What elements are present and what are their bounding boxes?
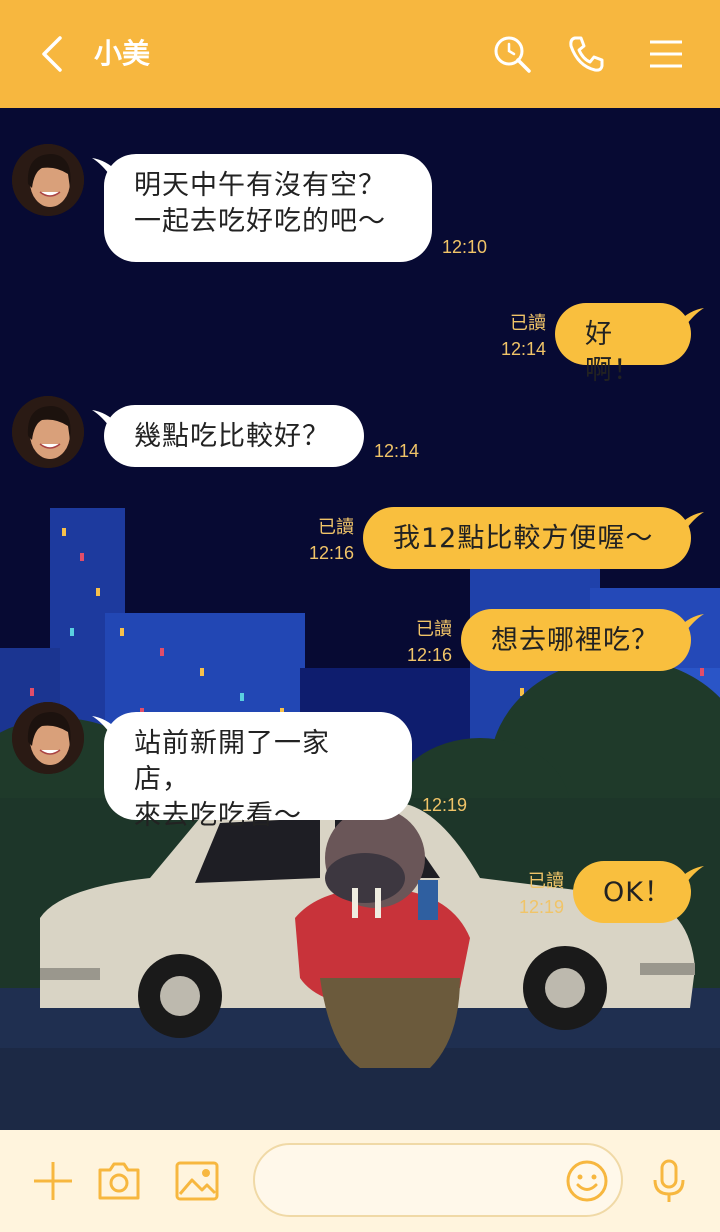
plus-icon[interactable] (30, 1158, 76, 1204)
message-bubble-outgoing[interactable]: OK！ (573, 861, 691, 923)
message-bubble-outgoing[interactable]: 我12點比較方便喔～ (363, 507, 691, 569)
microphone-icon[interactable] (646, 1158, 692, 1204)
message-bubble-outgoing[interactable]: 想去哪裡吃？ (461, 609, 691, 671)
message-line: 站前新開了一家店， (134, 728, 330, 795)
message-text: 好啊！ (585, 319, 641, 386)
avatar[interactable] (12, 396, 84, 468)
read-receipt: 已讀 (318, 517, 354, 537)
avatar[interactable] (12, 144, 84, 216)
message-time: 12:19 (518, 897, 564, 917)
avatar[interactable] (12, 702, 84, 774)
message-text: 想去哪裡吃？ (491, 625, 659, 656)
bubble-tail (678, 614, 704, 634)
chat-title: 小美 (94, 37, 151, 70)
message-text: 我12點比較方便喔～ (393, 523, 654, 554)
message-time: 12:14 (374, 441, 420, 461)
message-time: 12:14 (500, 339, 546, 359)
read-receipt: 已讀 (510, 313, 546, 333)
message-line: 來去吃吃看～ (134, 800, 302, 831)
bubble-tail (678, 512, 704, 532)
search-icon[interactable] (492, 34, 532, 74)
message-line: 一起去吃好吃的吧～ (134, 206, 386, 237)
bubble-tail (678, 866, 704, 886)
chat-header: 小美 (0, 0, 720, 108)
avatar-image (12, 396, 84, 468)
message-time: 12:16 (406, 645, 452, 665)
bubble-tail (678, 308, 704, 328)
message-line: 明天中午有沒有空？ (134, 170, 386, 201)
camera-icon[interactable] (96, 1158, 142, 1204)
message-line: 幾點吃比較好？ (134, 421, 330, 452)
avatar-image (12, 144, 84, 216)
message-bubble-outgoing[interactable]: 好啊！ (555, 303, 691, 386)
message-bubble-incoming[interactable]: 站前新開了一家店， 來去吃吃看～ (104, 712, 412, 831)
message-time: 12:19 (422, 795, 468, 815)
emoji-icon[interactable] (564, 1158, 610, 1204)
message-bubble-incoming[interactable]: 明天中午有沒有空？ 一起去吃好吃的吧～ (104, 154, 432, 262)
message-text: OK！ (603, 877, 672, 908)
image-icon[interactable] (174, 1158, 220, 1204)
message-time: 12:10 (442, 237, 488, 257)
message-time: 12:16 (308, 543, 354, 563)
message-bubble-incoming[interactable]: 幾點吃比較好？ (104, 405, 364, 467)
menu-icon[interactable] (646, 34, 686, 74)
chevron-left-icon[interactable] (36, 34, 70, 74)
read-receipt: 已讀 (528, 871, 564, 891)
read-receipt: 已讀 (416, 619, 452, 639)
phone-icon[interactable] (566, 34, 606, 74)
avatar-image (12, 702, 84, 774)
